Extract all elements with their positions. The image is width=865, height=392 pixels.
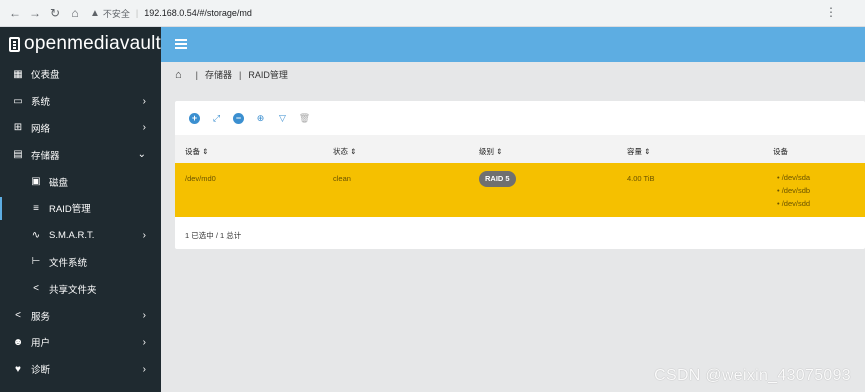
menu-dots-icon[interactable]: ⋮	[825, 5, 837, 19]
top-bar	[161, 27, 865, 62]
sidebar-item-label: 磁盘	[49, 177, 69, 189]
warning-icon: ▲	[90, 7, 100, 19]
expand-icon[interactable]: ⤢	[211, 113, 222, 124]
url-separator: |	[135, 8, 139, 18]
share-icon: <	[33, 283, 39, 295]
hamburger-menu-icon[interactable]	[175, 39, 187, 49]
sidebar-item-label: 用户	[31, 338, 51, 350]
sidebar-item-label: 系统	[31, 97, 51, 109]
delete-icon[interactable]: 🗑	[299, 113, 310, 124]
browser-toolbar: ← → ↻ ⌂ ▲ 不安全 | 192.168.0.54/#/storage/m…	[0, 0, 865, 27]
sidebar-item-shared-folders[interactable]: < 共享文件夹	[0, 275, 161, 302]
network-icon: ⊞	[13, 122, 23, 134]
sidebar-item-system[interactable]: ▭ 系统 ›	[0, 88, 161, 115]
sidebar-item-services[interactable]: < 服务 ›	[0, 302, 161, 329]
device-item: • /dev/sdb	[777, 186, 811, 195]
heartbeat-icon: ♥	[15, 363, 21, 375]
breadcrumb-separator: |	[195, 69, 198, 80]
dashboard-icon: ▦	[13, 68, 23, 80]
home-icon[interactable]: ⌂	[175, 69, 182, 81]
sidebar-item-users[interactable]: ☻ 用户 ›	[0, 329, 161, 356]
pulse-icon: ∿	[31, 229, 41, 241]
table-row[interactable]: /dev/md0 clean RAID 5 4.00 TiB • /dev/sd…	[175, 163, 865, 217]
sidebar-item-storage[interactable]: ▤ 存储器 ⌄	[0, 141, 161, 168]
sidebar-item-disks[interactable]: ▣ 磁盘	[0, 168, 161, 195]
cell-devices: • /dev/sda • /dev/sdb • /dev/sdd	[777, 173, 810, 212]
address-bar[interactable]: ▲ 不安全 | 192.168.0.54/#/storage/md	[90, 3, 252, 23]
chevron-right-icon: ›	[142, 122, 146, 134]
home-icon[interactable]: ⌂	[66, 4, 84, 22]
grid-toolbar: + ⤢ − ⊕ ▽ 🗑	[175, 101, 865, 135]
chevron-right-icon: ›	[142, 95, 146, 107]
table-header: 设备 ⇕ 状态 ⇕ 级别 ⇕ 容量 ⇕ 设备	[175, 135, 865, 163]
breadcrumb-separator: |	[239, 69, 242, 80]
sidebar-item-dashboard[interactable]: ▦ 仪表盘	[0, 61, 161, 88]
column-header-devices: 设备	[773, 147, 788, 156]
insecure-label: 不安全	[102, 8, 130, 19]
sidebar-item-diagnostics[interactable]: ♥ 诊断 ›	[0, 356, 161, 383]
sidebar-item-label: S.M.A.R.T.	[49, 229, 95, 241]
raid-panel: + ⤢ − ⊕ ▽ 🗑 设备 ⇕ 状态 ⇕ 级别 ⇕ 容量 ⇕ 设备 /dev/…	[175, 101, 865, 249]
disk-icon: ▣	[31, 176, 41, 188]
chevron-right-icon: ›	[142, 363, 146, 375]
chevron-down-icon: ⌄	[137, 149, 146, 161]
back-icon[interactable]: ←	[6, 4, 24, 22]
sidebar-item-smart[interactable]: ∿ S.M.A.R.T. ›	[0, 222, 161, 249]
server-icon	[9, 36, 21, 52]
storage-icon: ▤	[13, 149, 23, 161]
laptop-icon: ▭	[13, 95, 23, 107]
device-item: • /dev/sda	[777, 173, 811, 182]
breadcrumb: ⌂ | 存储器 | RAID管理	[175, 68, 288, 81]
users-icon: ☻	[12, 336, 24, 348]
sidebar-item-label: 服务	[31, 311, 51, 323]
cell-capacity: 4.00 TiB	[627, 174, 655, 183]
column-header-state[interactable]: 状态 ⇕	[333, 146, 356, 157]
sidebar-item-network[interactable]: ⊞ 网络 ›	[0, 115, 161, 142]
filter-icon[interactable]: ▽	[277, 113, 288, 124]
level-badge: RAID 5	[479, 171, 516, 187]
chevron-right-icon: ›	[142, 336, 146, 348]
database-icon: ≡	[33, 202, 39, 214]
share-icon: <	[15, 310, 21, 322]
sidebar: openmediavault ▦ 仪表盘 ▭ 系统 › ⊞ 网络 › ▤ 存储器…	[0, 27, 161, 392]
sidebar-item-label: 诊断	[31, 365, 51, 377]
add-icon[interactable]: +	[189, 112, 200, 124]
sidebar-item-label: 仪表盘	[31, 70, 60, 82]
sidebar-item-label: 共享文件夹	[49, 284, 97, 296]
sidebar-item-label: RAID管理	[49, 204, 91, 216]
brand-name: openmediavault	[24, 33, 161, 54]
chevron-right-icon: ›	[142, 310, 146, 322]
recover-icon[interactable]: ⊕	[255, 113, 266, 124]
watermark: CSDN @weixin_43075093	[654, 367, 851, 384]
device-item: • /dev/sdd	[777, 199, 811, 208]
column-header-level[interactable]: 级别 ⇕	[479, 146, 502, 157]
forward-icon[interactable]: →	[26, 4, 44, 22]
sidebar-item-label: 存储器	[31, 150, 60, 162]
sidebar-item-label: 文件系统	[49, 257, 88, 269]
brand-logo[interactable]: openmediavault	[0, 27, 161, 61]
cell-device: /dev/md0	[185, 174, 216, 183]
sidebar-item-filesystems[interactable]: ⊢ 文件系统	[0, 249, 161, 276]
chevron-right-icon: ›	[142, 229, 146, 241]
grid-footer: 1 已选中 / 1 总计	[185, 231, 242, 240]
tree-icon: ⊢	[31, 256, 41, 268]
breadcrumb-raid: RAID管理	[248, 70, 288, 80]
column-header-capacity[interactable]: 容量 ⇕	[627, 146, 650, 157]
sidebar-item-label: 网络	[31, 123, 51, 135]
cell-state: clean	[333, 174, 351, 183]
remove-icon[interactable]: −	[233, 112, 244, 124]
url-text: 192.168.0.54/#/storage/md	[144, 8, 252, 18]
breadcrumb-storage[interactable]: 存储器	[205, 68, 232, 81]
sidebar-item-raid[interactable]: ≡ RAID管理	[0, 195, 161, 222]
column-header-device[interactable]: 设备 ⇕	[185, 146, 208, 157]
reload-icon[interactable]: ↻	[46, 4, 64, 22]
